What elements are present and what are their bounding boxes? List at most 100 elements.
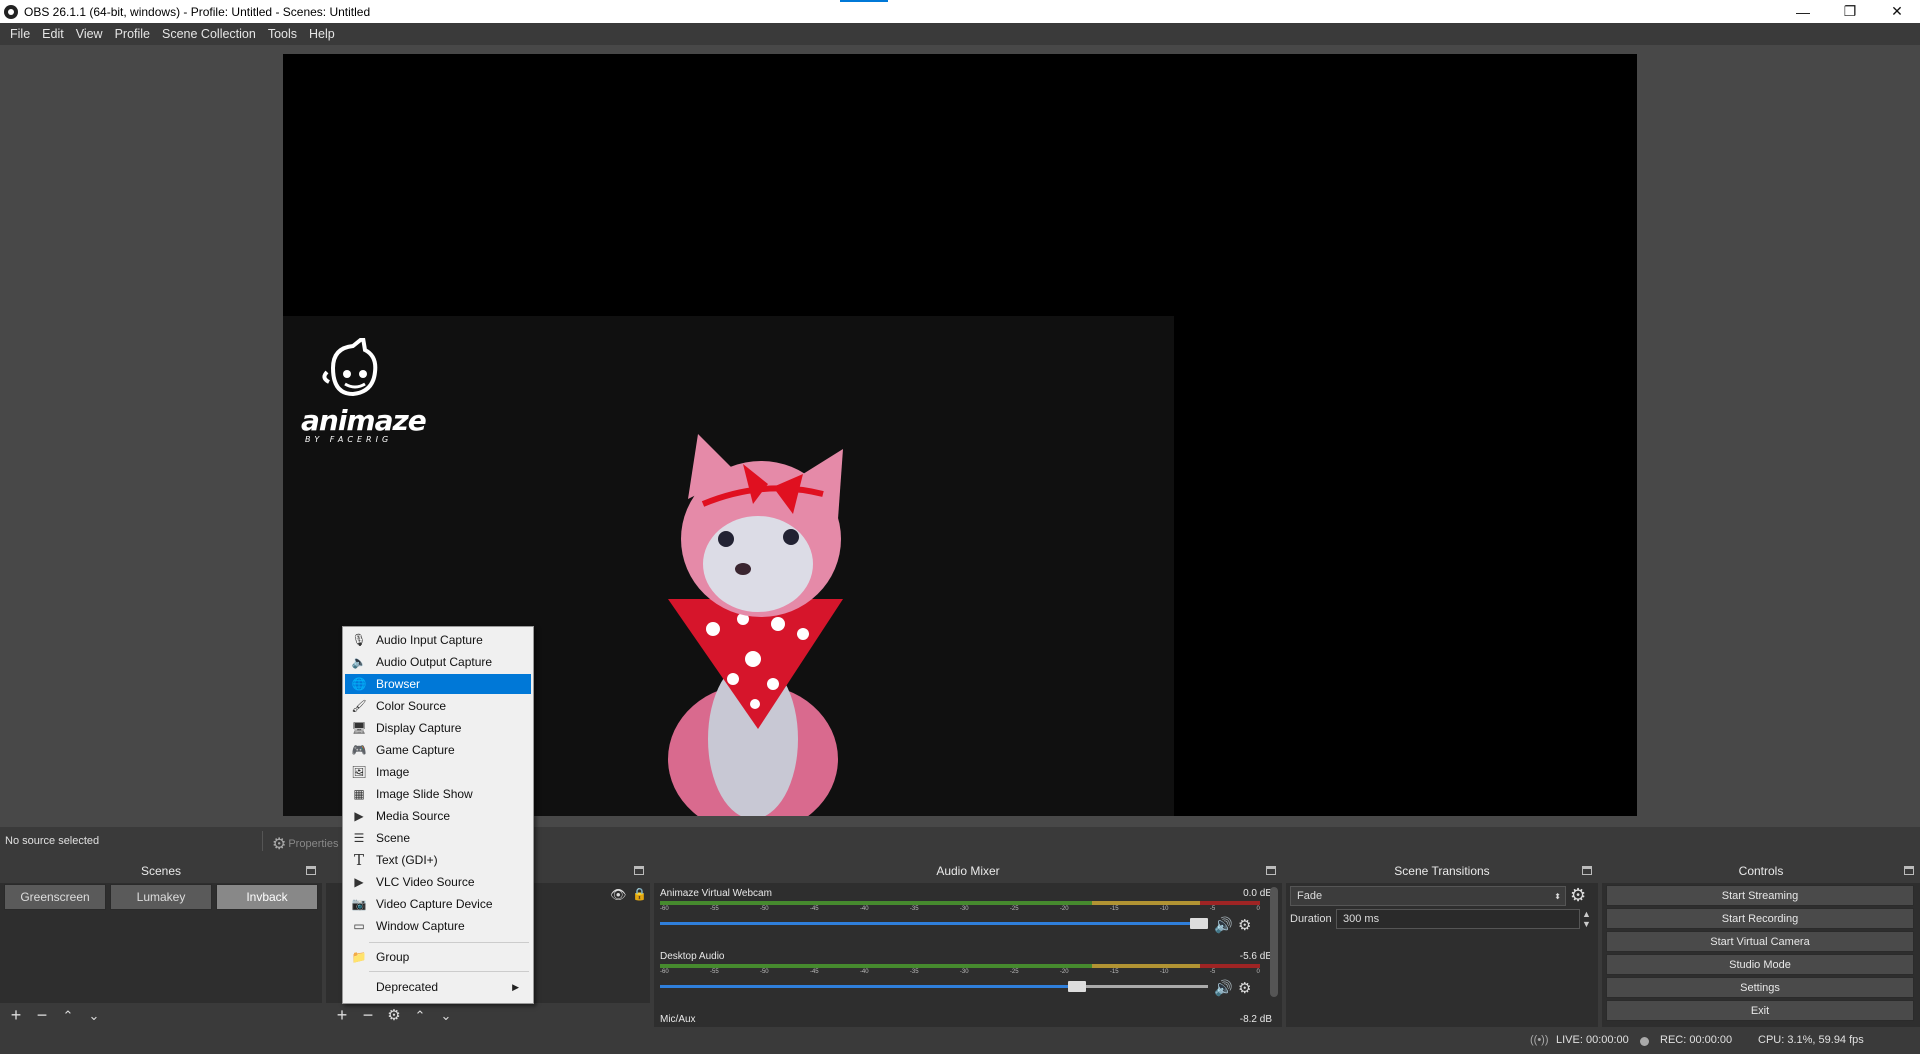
duration-input[interactable]: 300 ms xyxy=(1336,909,1580,929)
duration-stepper-icon[interactable]: ▲ ▼ xyxy=(1582,909,1591,929)
transition-gear-icon[interactable]: ⚙ xyxy=(1570,885,1586,906)
lock-icon[interactable]: 🔒 xyxy=(632,887,647,901)
visibility-eye-icon[interactable]: 👁 xyxy=(610,887,627,903)
menu-item-window-capture[interactable]: ▭ Window Capture xyxy=(345,916,531,936)
restore-button[interactable]: ❐ xyxy=(1827,0,1873,23)
audio-mixer-title-bar: Audio Mixer xyxy=(654,859,1282,883)
menu-item-video-capture-device[interactable]: 📷 Video Capture Device xyxy=(345,894,531,914)
window-title: OBS 26.1.1 (64-bit, windows) - Profile: … xyxy=(24,4,371,19)
controls-title: Controls xyxy=(1738,864,1784,878)
scenes-toolbar: + − ⌃ ⌄ xyxy=(0,1003,322,1027)
move-down-icon[interactable]: ⌄ xyxy=(84,1005,104,1025)
speaker-icon[interactable]: 🔊 xyxy=(1214,916,1233,934)
menu-file[interactable]: File xyxy=(4,27,36,41)
menu-scene-collection[interactable]: Scene Collection xyxy=(156,27,262,41)
scenes-dock: Scenes Greenscreen Lumakey Invback + − ⌃… xyxy=(0,859,322,1027)
start-recording-button[interactable]: Start Recording xyxy=(1606,908,1914,929)
channel-name: Mic/Aux xyxy=(660,1014,696,1025)
meter-ticks: -60 -55 -50 -45 -40 -35 -30 -25 -20 -15 -10 -5 0 xyxy=(660,906,1260,912)
menu-item-audio-output-capture[interactable]: 🔈 Audio Output Capture xyxy=(345,652,531,672)
controls-dock: Controls Start Streaming Start Recording… xyxy=(1602,859,1920,1027)
scene-invback[interactable]: Invback xyxy=(216,884,318,910)
settings-button[interactable]: Settings xyxy=(1606,977,1914,998)
meter-ticks: -60 -55 -50 -45 -40 -35 -30 -25 -20 -15 -10 -5 0 xyxy=(660,969,1260,975)
menu-profile[interactable]: Profile xyxy=(109,27,156,41)
speaker-icon[interactable]: 🔊 xyxy=(1214,979,1233,997)
play-icon: ▶ xyxy=(354,809,364,823)
mixer-scrollbar[interactable] xyxy=(1270,887,1278,997)
menu-item-image[interactable]: 🖼 Image xyxy=(345,762,531,782)
menu-item-scene[interactable]: ☰ Scene xyxy=(345,828,531,848)
float-dock-icon[interactable] xyxy=(634,866,644,875)
add-scene-icon[interactable]: + xyxy=(6,1005,26,1025)
remove-source-icon[interactable]: − xyxy=(358,1005,378,1025)
channel-db: -8.2 dB xyxy=(1239,1014,1272,1025)
menu-item-vlc-video-source[interactable]: ▶ VLC Video Source xyxy=(345,872,531,892)
audio-mixer-title: Audio Mixer xyxy=(936,864,1000,878)
title-bar: OBS 26.1.1 (64-bit, windows) - Profile: … xyxy=(0,0,1920,23)
move-up-icon[interactable]: ⌃ xyxy=(58,1005,78,1025)
float-dock-icon[interactable] xyxy=(1582,866,1592,875)
text-icon: T xyxy=(353,851,364,869)
source-status: No source selected xyxy=(5,835,100,847)
move-down-icon[interactable]: ⌄ xyxy=(436,1005,456,1025)
volume-slider[interactable] xyxy=(660,981,1208,992)
scenes-title-bar: Scenes xyxy=(0,859,322,883)
gear-icon[interactable]: ⚙ xyxy=(1238,979,1256,997)
menu-item-media-source[interactable]: ▶ Media Source xyxy=(345,806,531,826)
menu-item-display-capture[interactable]: 🖥 Display Capture xyxy=(345,718,531,738)
transition-select[interactable]: Fade ⬍ xyxy=(1290,886,1566,906)
divider xyxy=(262,831,263,851)
float-dock-icon[interactable] xyxy=(306,866,316,875)
studio-mode-button[interactable]: Studio Mode xyxy=(1606,954,1914,975)
volume-meter xyxy=(660,901,1260,905)
volume-slider[interactable] xyxy=(660,918,1208,929)
source-toolbar: No source selected ⚙ Properties xyxy=(0,827,1920,855)
title-accent xyxy=(840,0,888,2)
float-dock-icon[interactable] xyxy=(1904,866,1914,875)
start-virtual-camera-button[interactable]: Start Virtual Camera xyxy=(1606,931,1914,952)
animaze-mascot-icon xyxy=(322,334,378,397)
slideshow-icon: ▦ xyxy=(353,787,365,801)
menu-help[interactable]: Help xyxy=(303,27,341,41)
play-icon: ▶ xyxy=(354,875,364,889)
preview-area: animaze BY FACERIG xyxy=(0,45,1920,827)
menu-item-image-slide-show[interactable]: ▦ Image Slide Show xyxy=(345,784,531,804)
menu-edit[interactable]: Edit xyxy=(36,27,70,41)
live-time: LIVE: 00:00:00 xyxy=(1556,1034,1629,1046)
menu-item-deprecated[interactable]: Deprecated ▶ xyxy=(345,977,531,997)
menu-item-browser[interactable]: 🌐 Browser xyxy=(345,674,531,694)
volume-knob[interactable] xyxy=(1068,981,1086,992)
minimize-button[interactable]: — xyxy=(1780,0,1826,23)
float-dock-icon[interactable] xyxy=(1266,866,1276,875)
move-up-icon[interactable]: ⌃ xyxy=(410,1005,430,1025)
menu-item-game-capture[interactable]: 🎮 Game Capture xyxy=(345,740,531,760)
camera-icon: 📷 xyxy=(351,897,367,911)
list-icon: ☰ xyxy=(353,831,365,845)
menu-item-group[interactable]: 📁 Group xyxy=(345,947,531,967)
transitions-dock: Scene Transitions Fade ⬍ ⚙ Duration 300 … xyxy=(1286,859,1598,1027)
exit-button[interactable]: Exit xyxy=(1606,1000,1914,1021)
menu-item-text-gdi[interactable]: T Text (GDI+) xyxy=(345,850,531,870)
menu-tools[interactable]: Tools xyxy=(262,27,303,41)
close-button[interactable]: ✕ xyxy=(1874,0,1920,23)
volume-fill xyxy=(660,985,1068,988)
source-properties-gear-icon[interactable]: ⚙ xyxy=(384,1005,404,1025)
remove-scene-icon[interactable]: − xyxy=(32,1005,52,1025)
logo-text: animaze xyxy=(301,404,427,437)
add-source-icon[interactable]: + xyxy=(332,1005,352,1025)
scenes-title: Scenes xyxy=(140,864,182,878)
properties-button[interactable]: ⚙ Properties xyxy=(272,834,338,854)
scene-lumakey[interactable]: Lumakey xyxy=(110,884,212,910)
scene-greenscreen[interactable]: Greenscreen xyxy=(4,884,106,910)
gear-icon[interactable]: ⚙ xyxy=(1238,916,1256,934)
menu-view[interactable]: View xyxy=(70,27,109,41)
start-streaming-button[interactable]: Start Streaming xyxy=(1606,885,1914,906)
audio-mixer-dock: Audio Mixer Animaze Virtual Webcam 0.0 d… xyxy=(654,859,1282,1027)
volume-knob[interactable] xyxy=(1190,918,1208,929)
transition-value: Fade xyxy=(1297,890,1323,902)
menu-item-color-source[interactable]: 🖌 Color Source xyxy=(345,696,531,716)
status-bar: ((•)) LIVE: 00:00:00 REC: 00:00:00 CPU: … xyxy=(0,1027,1920,1054)
controls-title-bar: Controls xyxy=(1602,859,1920,883)
menu-item-audio-input-capture[interactable]: 🎙 Audio Input Capture xyxy=(345,630,531,650)
